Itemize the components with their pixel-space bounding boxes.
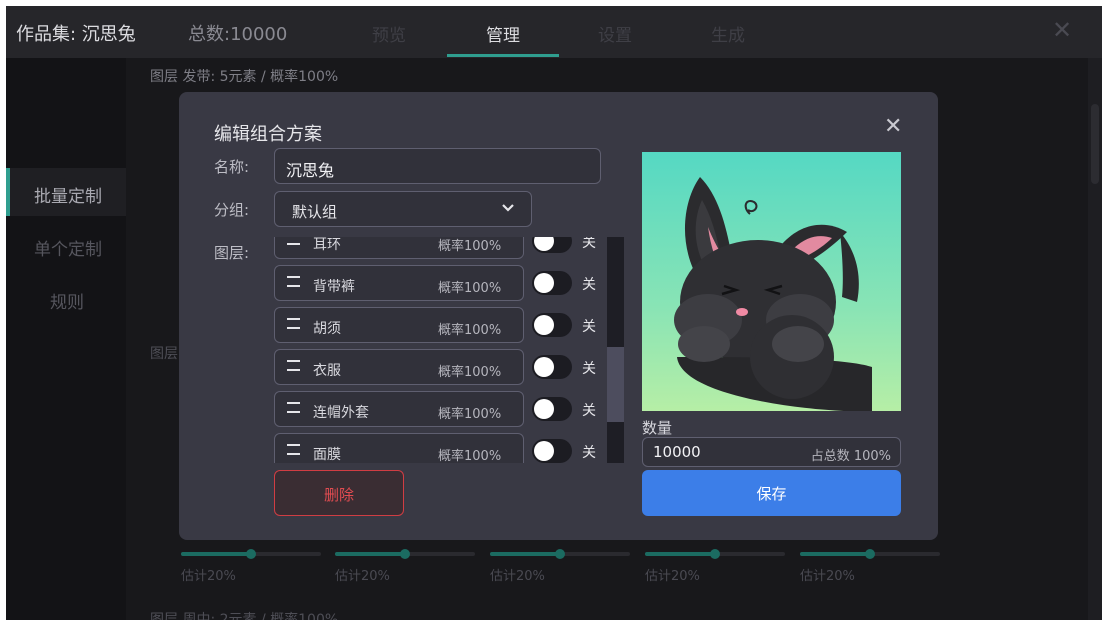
toggle-state-label: 关 bbox=[582, 445, 596, 461]
rabbit-illustration bbox=[674, 177, 872, 411]
drag-handle-icon[interactable] bbox=[287, 402, 300, 414]
layer-toggle[interactable] bbox=[532, 313, 572, 337]
group-label: 分组: bbox=[214, 201, 250, 219]
drag-handle-icon[interactable] bbox=[287, 237, 300, 246]
close-icon[interactable]: ✕ bbox=[884, 114, 902, 139]
layer-name: 胡须 bbox=[313, 321, 341, 337]
sidebar-item-label: 规则 bbox=[50, 293, 84, 313]
list-item: 面膜 概率100% 关 bbox=[274, 433, 604, 463]
delete-button[interactable]: 删除 bbox=[274, 470, 404, 516]
active-tab-indicator bbox=[447, 54, 559, 57]
app-window: 作品集: 沉思兔 总数:10000 预览 管理 设置 生成 ✕ 批量定制 单个定… bbox=[6, 6, 1102, 620]
layer-name: 耳环 bbox=[313, 237, 341, 253]
layer-list-scrollbar[interactable] bbox=[607, 237, 624, 463]
group-value: 默认组 bbox=[292, 203, 338, 221]
drag-handle-icon[interactable] bbox=[287, 360, 300, 372]
name-value: 沉思兔 bbox=[286, 161, 335, 180]
layer-header: 图层 周中: 2元素 / 概率100% bbox=[150, 612, 339, 620]
sidebar-item-batch[interactable]: 批量定制 bbox=[6, 168, 126, 216]
list-item: 背带裤 概率100% 关 bbox=[274, 265, 604, 301]
total-count: 总数:10000 bbox=[188, 24, 288, 45]
layer-toggle[interactable] bbox=[532, 397, 572, 421]
scrollbar-thumb[interactable] bbox=[607, 347, 624, 422]
name-field[interactable]: 沉思兔 bbox=[274, 148, 601, 184]
scrollbar-thumb[interactable] bbox=[1091, 104, 1099, 184]
layer-list[interactable]: 耳环 概率100% 关 背带裤 概率100% 关 胡须 概率100% 关 衣服 … bbox=[274, 237, 604, 463]
layers-label: 图层: bbox=[214, 244, 250, 262]
estimate-label: 估计20% bbox=[181, 569, 236, 584]
probability-slider[interactable] bbox=[181, 549, 321, 559]
list-item: 衣服 概率100% 关 bbox=[274, 349, 604, 385]
estimate-label: 估计20% bbox=[645, 569, 700, 584]
layer-probability: 概率100% bbox=[438, 365, 502, 380]
layer-probability: 概率100% bbox=[438, 281, 502, 296]
tab-manage[interactable]: 管理 bbox=[486, 21, 520, 46]
estimate-label: 估计20% bbox=[490, 569, 545, 584]
probability-slider[interactable] bbox=[490, 549, 630, 559]
sidebar-item-rules[interactable]: 规则 bbox=[6, 274, 126, 322]
save-button[interactable]: 保存 bbox=[642, 470, 901, 516]
window-close-icon[interactable]: ✕ bbox=[1052, 16, 1072, 44]
layer-probability: 概率100% bbox=[438, 407, 502, 422]
probability-slider[interactable] bbox=[800, 549, 940, 559]
name-label: 名称: bbox=[214, 158, 250, 176]
layer-toggle[interactable] bbox=[532, 237, 572, 253]
sidebar: 批量定制 单个定制 规则 bbox=[6, 58, 126, 620]
sidebar-item-label: 批量定制 bbox=[34, 187, 102, 207]
layer-toggle[interactable] bbox=[532, 355, 572, 379]
save-button-label: 保存 bbox=[756, 485, 787, 503]
toggle-state-label: 关 bbox=[582, 319, 596, 335]
toggle-state-label: 关 bbox=[582, 237, 596, 251]
layer-probability: 概率100% bbox=[438, 239, 502, 254]
quantity-share: 占总数 100% bbox=[810, 449, 891, 464]
edit-combination-dialog: 编辑组合方案 ✕ 名称: 沉思兔 分组: 默认组 图层: 耳环 概率100% 关 bbox=[179, 92, 938, 540]
tab-generate[interactable]: 生成 bbox=[711, 21, 745, 46]
layer-name: 背带裤 bbox=[313, 279, 355, 295]
layer-toggle[interactable] bbox=[532, 271, 572, 295]
dialog-title: 编辑组合方案 bbox=[214, 124, 322, 145]
sidebar-item-label: 单个定制 bbox=[34, 240, 102, 260]
chevron-down-icon bbox=[502, 204, 514, 212]
list-item: 连帽外套 概率100% 关 bbox=[274, 391, 604, 427]
tab-settings[interactable]: 设置 bbox=[598, 21, 632, 46]
preview-image bbox=[642, 152, 901, 411]
list-item: 胡须 概率100% 关 bbox=[274, 307, 604, 343]
toggle-state-label: 关 bbox=[582, 403, 596, 419]
sidebar-item-single[interactable]: 单个定制 bbox=[6, 221, 126, 269]
drag-handle-icon[interactable] bbox=[287, 318, 300, 330]
layer-name: 连帽外套 bbox=[313, 405, 369, 421]
page-scrollbar[interactable] bbox=[1088, 58, 1102, 620]
list-item: 耳环 概率100% 关 bbox=[274, 237, 604, 259]
layer-name: 衣服 bbox=[313, 363, 341, 379]
delete-button-label: 删除 bbox=[323, 486, 354, 504]
quantity-value: 10000 bbox=[653, 443, 701, 461]
layer-header: 图层 bbox=[150, 346, 178, 362]
group-select[interactable]: 默认组 bbox=[274, 191, 532, 227]
top-bar: 作品集: 沉思兔 总数:10000 预览 管理 设置 生成 ✕ bbox=[6, 6, 1102, 58]
tab-preview[interactable]: 预览 bbox=[372, 21, 406, 46]
layer-probability: 概率100% bbox=[438, 449, 502, 463]
toggle-state-label: 关 bbox=[582, 361, 596, 377]
toggle-state-label: 关 bbox=[582, 277, 596, 293]
layer-header: 图层 发带: 5元素 / 概率100% bbox=[150, 69, 339, 85]
quantity-input[interactable]: 10000 占总数 100% bbox=[642, 437, 901, 467]
quantity-label: 数量 bbox=[642, 419, 673, 437]
estimate-label: 估计20% bbox=[800, 569, 855, 584]
layer-name: 面膜 bbox=[313, 447, 341, 463]
layer-probability: 概率100% bbox=[438, 323, 502, 338]
estimate-label: 估计20% bbox=[335, 569, 390, 584]
app-title: 作品集: 沉思兔 bbox=[16, 24, 136, 45]
probability-slider[interactable] bbox=[645, 549, 785, 559]
layer-toggle[interactable] bbox=[532, 439, 572, 463]
drag-handle-icon[interactable] bbox=[287, 276, 300, 288]
probability-slider[interactable] bbox=[335, 549, 475, 559]
drag-handle-icon[interactable] bbox=[287, 444, 300, 456]
